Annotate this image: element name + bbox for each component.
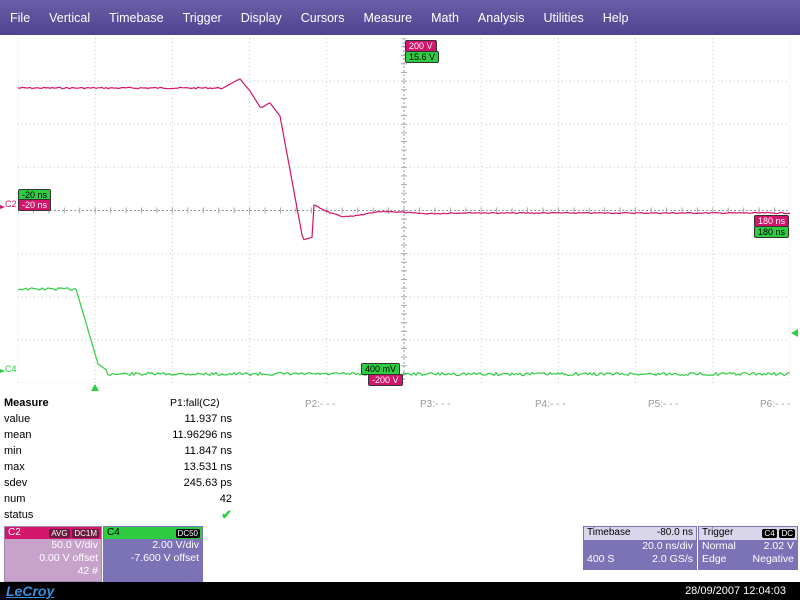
c2-offset-arrow-icon — [0, 205, 5, 209]
timebase-delay: -80.0 ns — [656, 527, 693, 538]
measure-param-p5[interactable]: P5:- - - — [648, 399, 679, 410]
c2-offset: 0.00 V offset — [39, 552, 98, 564]
measure-value: 42 — [219, 493, 232, 505]
measure-param-p4[interactable]: P4:- - - — [535, 399, 566, 410]
measure-row-value: value 11.937 ns — [4, 411, 244, 427]
trigger-header: Trigger C4 DC — [699, 527, 797, 540]
trigger-level-arrow-icon[interactable] — [791, 329, 798, 337]
measure-value: 245.63 ps — [183, 477, 232, 489]
measure-row-num: num 42 — [4, 491, 244, 507]
c4-box-header: C4 DC50 — [104, 527, 202, 539]
c4-channel-box[interactable]: C4 DC50 2.00 V/div -7.600 V offset — [103, 526, 203, 582]
measure-label: sdev — [4, 477, 28, 489]
timebase-box[interactable]: Timebase -80.0 ns 20.0 ns/div 400 S 2.0 … — [583, 526, 697, 570]
measure-row-sdev: sdev 245.63 ps — [4, 475, 244, 491]
datetime: 28/09/2007 12:04:03 — [685, 585, 786, 597]
c4-offset: -7.600 V offset — [130, 552, 199, 564]
measure-value: 13.531 ns — [183, 461, 232, 473]
measure-label: mean — [4, 429, 32, 441]
measure-label: status — [4, 509, 34, 521]
c4-coupling-badge: DC50 — [175, 529, 200, 538]
c2-box-name: C2 — [8, 527, 21, 538]
trigger-coupling-badge: DC — [779, 529, 795, 538]
c2-channel-box[interactable]: C2 AVG DC1M 50.0 V/div 0.00 V offset 42 … — [4, 526, 102, 582]
measure-param-p6[interactable]: P6:- - - — [760, 399, 791, 410]
measure-value: ✔ — [221, 507, 232, 522]
measure-row-min: min 11.847 ns — [4, 443, 244, 459]
c2-box-header: C2 AVG DC1M — [5, 527, 101, 539]
measure-label: value — [4, 413, 31, 425]
measure-label: min — [4, 445, 22, 457]
trigger-title: Trigger — [702, 527, 734, 538]
status-bar: LeCroy 28/09/2007 12:04:03 — [0, 582, 800, 600]
measure-row-mean: mean 11.96296 ns — [4, 427, 244, 443]
trigger-slope: Negative — [752, 553, 794, 565]
timebase-samples-row: 400 S 2.0 GS/s — [584, 553, 696, 566]
markers-overlay — [0, 205, 798, 391]
trigger-source-badge: C4 — [762, 529, 777, 538]
trigger-mode: Normal — [702, 540, 736, 552]
c2-sweeps: 42 # — [77, 565, 98, 577]
c2-vdiv: 50.0 V/div — [51, 539, 98, 551]
trigger-type-row: Edge Negative — [699, 553, 797, 566]
timebase-header: Timebase -80.0 ns — [584, 527, 696, 540]
measure-value: 11.96296 ns — [172, 429, 232, 441]
measure-label: num — [4, 493, 26, 505]
c2-avg-badge: AVG — [49, 529, 70, 538]
timebase-tdiv: 20.0 ns/div — [642, 540, 693, 552]
trigger-level: 2.02 V — [763, 540, 794, 552]
timebase-rate: 2.0 GS/s — [652, 553, 693, 565]
c4-offset-arrow-icon — [0, 369, 5, 373]
measure-title: Measure — [4, 397, 49, 409]
measure-param-p1[interactable]: P1:fall(C2) — [170, 397, 220, 409]
measure-param-p2[interactable]: P2:- - - — [305, 399, 336, 410]
measure-row-status: status ✔ — [4, 507, 244, 523]
timebase-title: Timebase — [587, 527, 631, 538]
c2-coupling-badge: DC1M — [72, 529, 99, 538]
lecroy-logo[interactable]: LeCroy — [6, 583, 54, 599]
trigger-box[interactable]: Trigger C4 DC Normal 2.02 V Edge Negativ… — [698, 526, 798, 570]
trigger-position-arrow-icon[interactable] — [91, 384, 99, 391]
trigger-type: Edge — [702, 553, 727, 565]
c4-vdiv: 2.00 V/div — [152, 539, 199, 551]
timebase-samples: 400 S — [587, 553, 615, 565]
measure-label: max — [4, 461, 25, 473]
measure-param-p3[interactable]: P3:- - - — [420, 399, 451, 410]
measure-value: 11.937 ns — [184, 413, 232, 425]
measure-value: 11.847 ns — [184, 445, 232, 457]
trigger-mode-row: Normal 2.02 V — [699, 540, 797, 553]
measure-row-max: max 13.531 ns — [4, 459, 244, 475]
c4-box-name: C4 — [107, 527, 120, 538]
